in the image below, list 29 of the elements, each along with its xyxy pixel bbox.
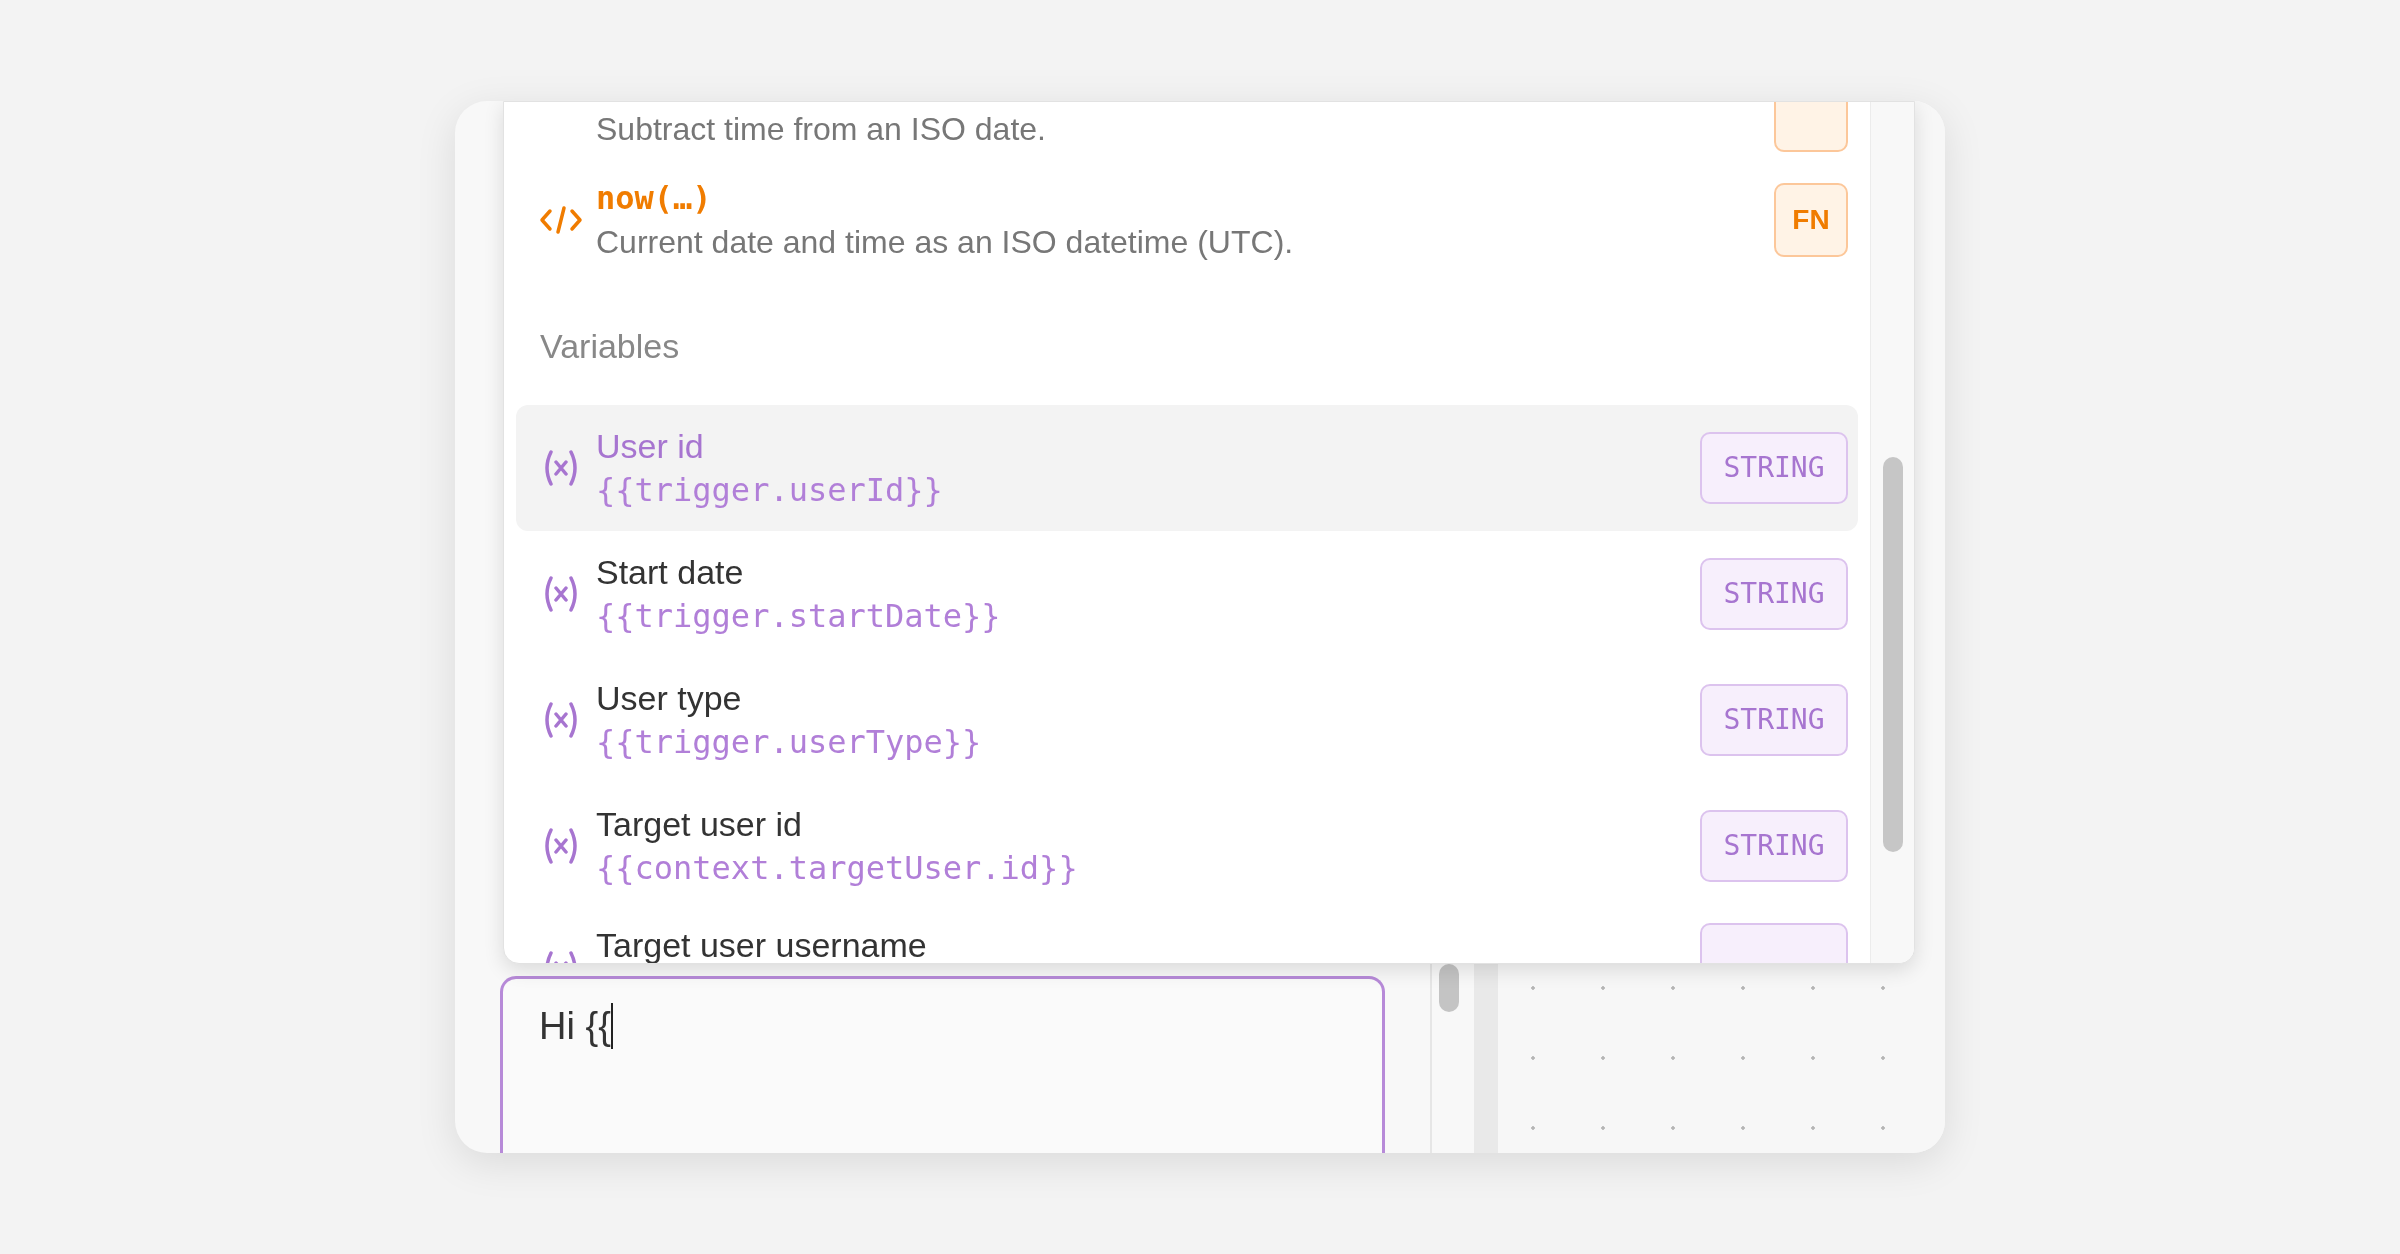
function-name: now(…) <box>596 177 713 219</box>
text-cursor <box>610 1003 613 1049</box>
type-badge: STRING <box>1700 684 1848 756</box>
suggestion-item[interactable]: Subtract time from an ISO date. <box>504 102 1870 152</box>
type-badge: STRING <box>1700 558 1848 630</box>
item-description: Current date and time as an ISO datetime (UTC). <box>596 222 1295 262</box>
scrollbar-thumb[interactable] <box>1439 964 1459 1012</box>
section-heading: Variables <box>540 325 680 367</box>
suggestion-item[interactable]: now(…) Current date and time as an ISO datetime (UTC). FN <box>504 152 1870 287</box>
variable-icon <box>542 826 580 866</box>
variable-icon <box>542 448 580 488</box>
scrollbar-thumb[interactable] <box>1882 457 1903 852</box>
field-value: Hi {{ <box>539 1004 611 1049</box>
type-badge: FN <box>1774 182 1848 257</box>
variable-path: {{trigger.userType}} <box>596 722 983 763</box>
type-badge: STRING <box>1700 810 1848 882</box>
message-field[interactable]: Hi {{ <box>500 976 1385 1153</box>
variable-icon <box>542 574 580 614</box>
variable-label: User id <box>596 426 705 467</box>
type-badge: STRING <box>1700 432 1848 504</box>
variable-path: {{context.targetUser.id}} <box>596 848 1079 889</box>
item-description: Subtract time from an ISO date. <box>596 110 1047 149</box>
variable-label: Start date <box>596 552 745 593</box>
variable-label: User type <box>596 678 743 719</box>
variable-label: Target user id <box>596 804 803 845</box>
variable-icon <box>542 700 580 740</box>
variable-path: {{trigger.userId}} <box>596 470 944 511</box>
code-icon <box>539 204 583 235</box>
variable-path: {{trigger.startDate}} <box>596 596 1002 637</box>
